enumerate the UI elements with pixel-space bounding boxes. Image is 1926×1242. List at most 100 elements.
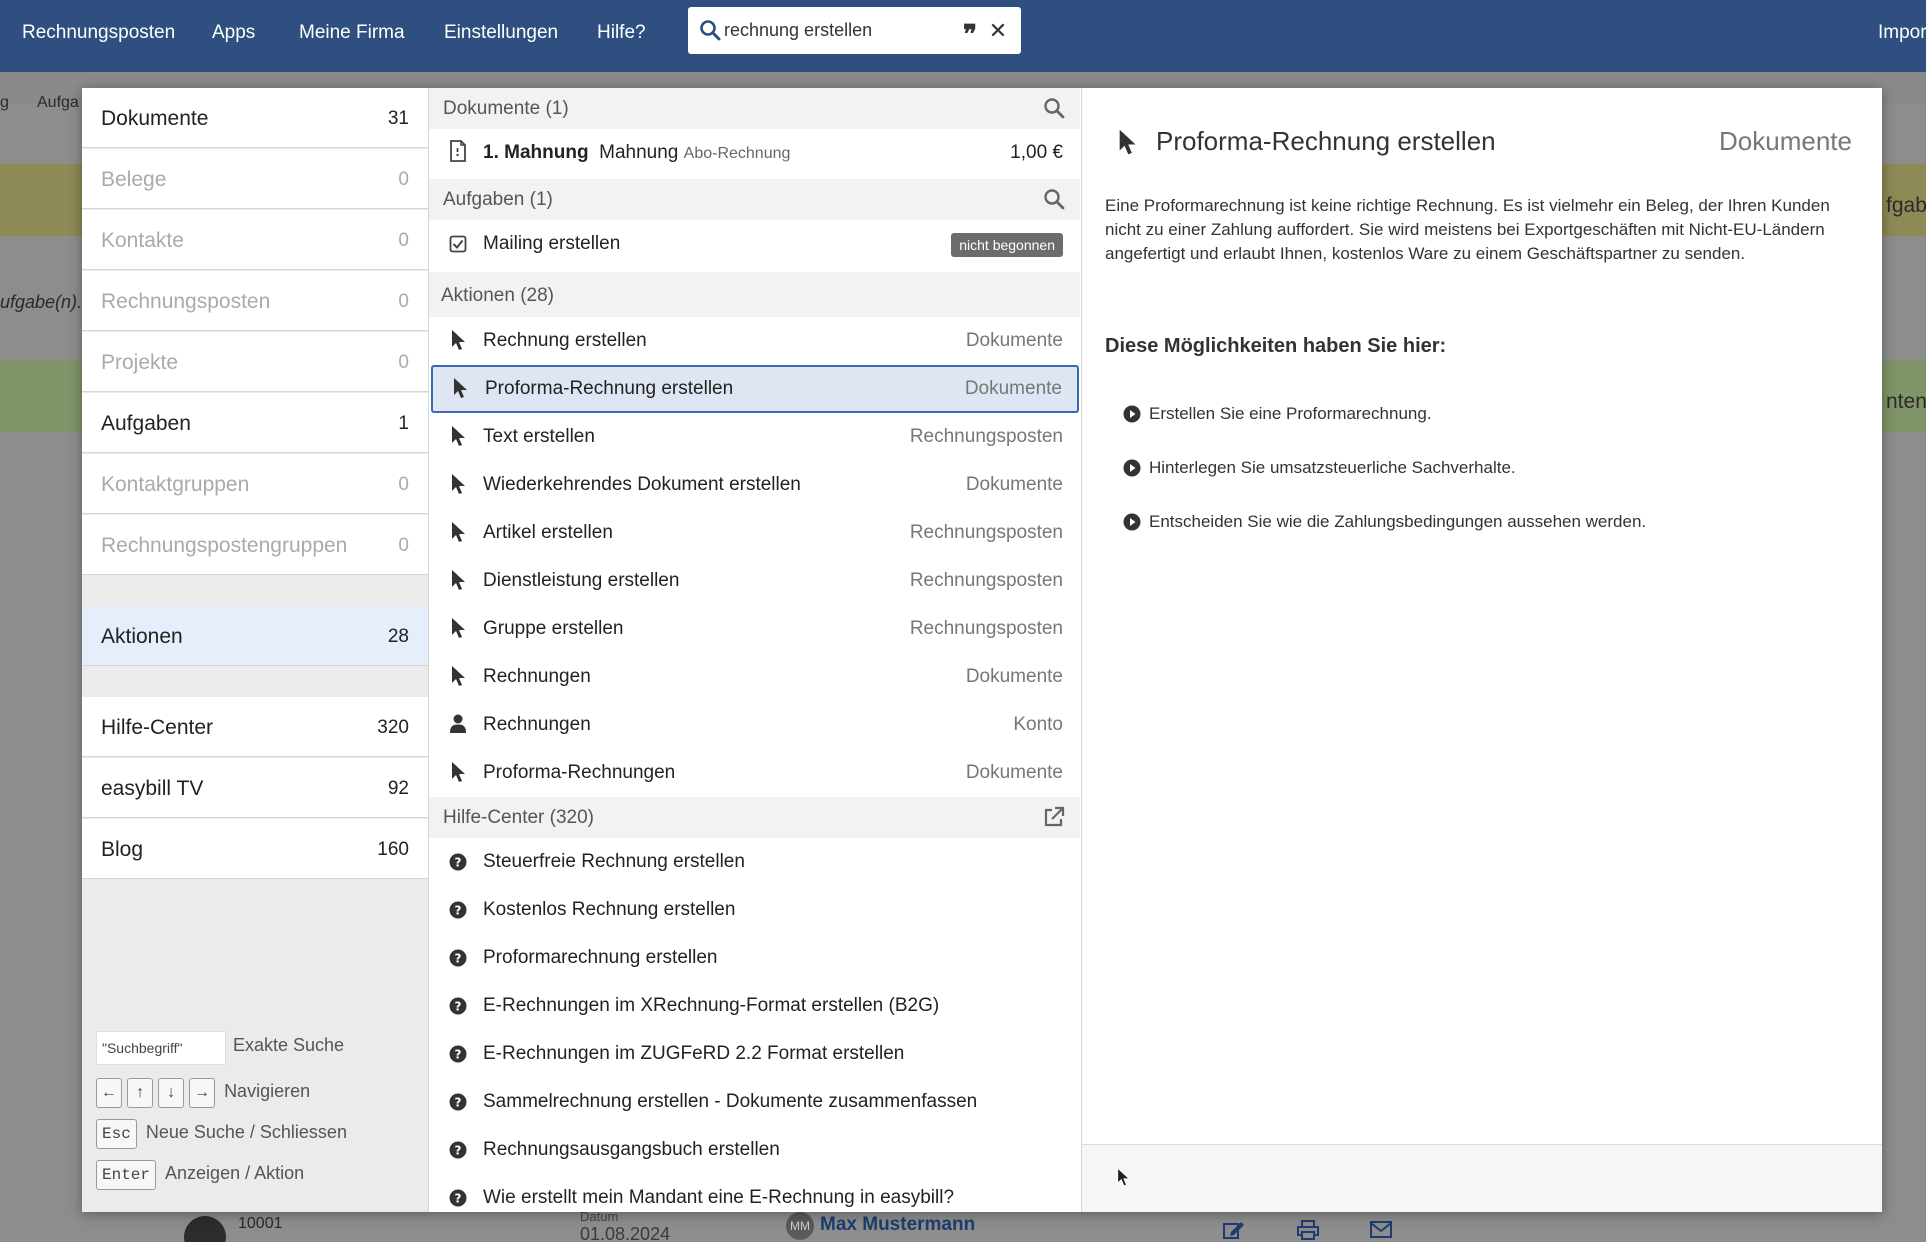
action-proforma-rechnung-erstellen[interactable]: Proforma-Rechnung erstellen Dokumente xyxy=(431,365,1079,413)
category-label: Aufgaben xyxy=(101,412,191,435)
category-count: 1 xyxy=(398,413,409,434)
category-projekte[interactable]: Projekte 0 xyxy=(82,332,428,392)
action-text-erstellen[interactable]: Text erstellen Rechnungsposten xyxy=(429,413,1080,461)
document-type: Abo-Rechnung xyxy=(683,145,791,162)
help-article[interactable]: ? E-Rechnungen im ZUGFeRD 2.2 Format ers… xyxy=(429,1030,1080,1078)
section-title: Dokumente (1) xyxy=(443,98,569,119)
hint-navigation-row: ← ↑ ↓ → Navigieren xyxy=(96,1078,310,1108)
help-article[interactable]: ? E-Rechnungen im XRechnung-Format erste… xyxy=(429,982,1080,1030)
pointer-icon xyxy=(452,666,465,686)
help-article[interactable]: ? Steuerfreie Rechnung erstellen xyxy=(429,838,1080,886)
category-blog[interactable]: Blog 160 xyxy=(82,819,428,879)
action-category: Dokumente xyxy=(965,762,1063,783)
category-kontakte[interactable]: Kontakte 0 xyxy=(82,210,428,270)
play-circle-icon xyxy=(1123,459,1141,477)
action-category: Rechnungsposten xyxy=(909,426,1063,447)
question-circle-icon: ? xyxy=(449,949,467,967)
top-navigation: Rechnungsposten Apps Meine Firma Einstel… xyxy=(0,0,1926,72)
result-task-mailing[interactable]: Mailing erstellen nicht begonnen xyxy=(429,220,1080,268)
user-icon xyxy=(450,714,466,733)
action-artikel-erstellen[interactable]: Artikel erstellen Rechnungsposten xyxy=(429,509,1080,557)
bg-edit-icon xyxy=(1223,1222,1244,1239)
nav-item-einstellungen[interactable]: Einstellungen xyxy=(444,22,558,44)
svg-text:?: ? xyxy=(455,1096,462,1110)
svg-text:?: ? xyxy=(455,904,462,918)
help-article-label: Rechnungsausgangsbuch erstellen xyxy=(483,1139,780,1160)
category-aufgaben[interactable]: Aufgaben 1 xyxy=(82,393,428,453)
action-rechnung-erstellen[interactable]: Rechnung erstellen Dokumente xyxy=(429,317,1080,365)
nav-item-apps[interactable]: Apps xyxy=(212,22,255,44)
help-article-label: Steuerfreie Rechnung erstellen xyxy=(483,851,745,872)
category-count: 0 xyxy=(398,291,409,312)
action-label: Proforma-Rechnung erstellen xyxy=(485,378,734,399)
category-label: Kontaktgruppen xyxy=(101,473,250,496)
task-label: Mailing erstellen xyxy=(483,233,621,254)
category-hilfe-center[interactable]: Hilfe-Center 320 xyxy=(82,697,428,757)
pointer-icon xyxy=(452,618,465,638)
nav-item-rechnungsposten[interactable]: Rechnungsposten xyxy=(22,22,175,44)
category-kontaktgruppen[interactable]: Kontaktgruppen 0 xyxy=(82,454,428,514)
nav-item-hilfe[interactable]: Hilfe? xyxy=(597,22,646,44)
question-circle-icon: ? xyxy=(449,997,467,1015)
bg-date: 01.08.2024 xyxy=(580,1224,671,1242)
result-document-mahnung[interactable]: 1. Mahnung Mahnung Abo-Rechnung 1,00 € xyxy=(429,129,1080,179)
help-article[interactable]: ? Rechnungsausgangsbuch erstellen xyxy=(429,1126,1080,1174)
nav-item-meine-firma[interactable]: Meine Firma xyxy=(299,22,405,44)
pointer-icon xyxy=(452,474,465,494)
results-column: Dokumente (1) 1. Mahnung Mahnung Abo-Rec… xyxy=(429,88,1080,1212)
category-label: Rechnungsposten xyxy=(101,290,271,313)
category-aktionen[interactable]: Aktionen 28 xyxy=(82,606,428,666)
category-belege[interactable]: Belege 0 xyxy=(82,149,428,209)
search-icon[interactable] xyxy=(1043,97,1065,119)
action-gruppe-erstellen[interactable]: Gruppe erstellen Rechnungsposten xyxy=(429,605,1080,653)
nav-item-import[interactable]: Impor xyxy=(1878,22,1926,44)
category-label: Kontakte xyxy=(101,229,184,252)
action-label: Rechnungen xyxy=(483,714,591,735)
play-circle-icon xyxy=(1123,513,1141,531)
section-title: Aufgaben (1) xyxy=(443,189,553,210)
global-search-box: ❞ ✕ xyxy=(688,7,1021,54)
question-circle-icon: ? xyxy=(449,1093,467,1111)
search-modal: Dokumente 31 Belege 0 Kontakte 0 Rechnun… xyxy=(82,88,1882,1212)
category-label: easybill TV xyxy=(101,777,204,800)
external-link-icon[interactable] xyxy=(1043,806,1065,828)
help-article[interactable]: ? Wie erstellt mein Mandant eine E-Rechn… xyxy=(429,1174,1080,1212)
action-rechnungen-konto[interactable]: Rechnungen Konto xyxy=(429,701,1080,749)
clear-search-close-icon[interactable]: ✕ xyxy=(985,18,1011,44)
arrow-down-key: ↓ xyxy=(158,1078,185,1108)
category-rechnungspostengruppen[interactable]: Rechnungspostengruppen 0 xyxy=(82,515,428,575)
document-number: 1. Mahnung xyxy=(483,142,589,163)
search-icon[interactable] xyxy=(1043,188,1065,210)
pointer-icon xyxy=(452,762,465,782)
action-dienstleistung-erstellen[interactable]: Dienstleistung erstellen Rechnungsposten xyxy=(429,557,1080,605)
action-label: Text erstellen xyxy=(483,426,595,447)
detail-category: Dokumente xyxy=(1719,126,1852,156)
question-circle-icon: ? xyxy=(449,901,467,919)
bg-tab-aufgaben: Aufga xyxy=(37,94,79,111)
bg-mail-icon xyxy=(1370,1221,1392,1238)
action-proforma-rechnungen[interactable]: Proforma-Rechnungen Dokumente xyxy=(429,749,1080,797)
search-input[interactable] xyxy=(724,15,944,45)
question-circle-icon: ? xyxy=(449,1141,467,1159)
pointer-icon xyxy=(452,330,465,350)
category-dokumente[interactable]: Dokumente 31 xyxy=(82,88,428,148)
detail-description: Eine Proformarechnung ist keine richtige… xyxy=(1105,196,1830,263)
bg-right-text-2: nten xyxy=(1886,390,1926,413)
help-article[interactable]: ? Kostenlos Rechnung erstellen xyxy=(429,886,1080,934)
help-article[interactable]: ? Proformarechnung erstellen xyxy=(429,934,1080,982)
category-count: 28 xyxy=(387,626,409,647)
category-easybill-tv[interactable]: easybill TV 92 xyxy=(82,758,428,818)
action-label: Proforma-Rechnungen xyxy=(483,762,676,783)
help-article[interactable]: ? Sammelrechnung erstellen - Dokumente z… xyxy=(429,1078,1080,1126)
detail-option-text: Erstellen Sie eine Proformarechnung. xyxy=(1149,404,1432,423)
exact-search-quote-icon[interactable]: ❞ xyxy=(956,16,984,50)
search-icon xyxy=(700,20,721,41)
section-header-aufgaben: Aufgaben (1) xyxy=(429,179,1080,220)
svg-text:?: ? xyxy=(455,1144,462,1158)
category-label: Belege xyxy=(101,168,167,191)
action-wiederkehrendes-dokument-erstellen[interactable]: Wiederkehrendes Dokument erstellen Dokum… xyxy=(429,461,1080,509)
section-title: Hilfe-Center (320) xyxy=(443,807,594,828)
category-rechnungsposten[interactable]: Rechnungsposten 0 xyxy=(82,271,428,331)
action-rechnungen-dokumente[interactable]: Rechnungen Dokumente xyxy=(429,653,1080,701)
bg-customer-number: 10001 xyxy=(238,1215,283,1232)
